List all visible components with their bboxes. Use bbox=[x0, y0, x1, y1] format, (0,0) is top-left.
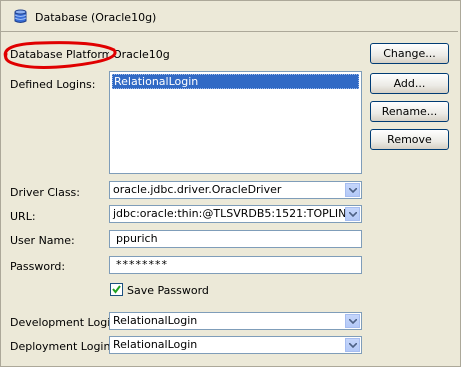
save-password-label[interactable]: Save Password bbox=[127, 284, 209, 297]
list-item[interactable]: RelationalLogin bbox=[112, 74, 359, 89]
user-name-label: User Name: bbox=[10, 234, 75, 247]
red-annotation-oval bbox=[3, 41, 117, 69]
deployment-login-select[interactable]: RelationalLogin bbox=[109, 336, 362, 354]
password-label: Password: bbox=[10, 260, 66, 273]
defined-logins-label: Defined Logins: bbox=[10, 78, 96, 91]
deployment-login-value: RelationalLogin bbox=[113, 338, 198, 351]
chevron-down-icon[interactable] bbox=[345, 183, 360, 197]
chevron-down-icon[interactable] bbox=[345, 338, 360, 352]
driver-class-label: Driver Class: bbox=[10, 186, 80, 199]
panel-title: Database (Oracle10g) bbox=[35, 11, 157, 24]
user-name-input[interactable]: ppurich bbox=[109, 230, 362, 248]
development-login-label: Development Login: bbox=[10, 316, 121, 329]
database-platform-value: Oracle10g bbox=[109, 46, 362, 64]
panel-header: Database (Oracle10g) bbox=[1, 1, 458, 32]
development-login-value: RelationalLogin bbox=[113, 314, 198, 327]
url-select[interactable]: jdbc:oracle:thin:@TLSVRDB5:1521:TOPLINK bbox=[109, 205, 362, 223]
development-login-select[interactable]: RelationalLogin bbox=[109, 312, 362, 330]
remove-button[interactable]: Remove bbox=[370, 129, 449, 150]
driver-class-select[interactable]: oracle.jdbc.driver.OracleDriver bbox=[109, 181, 362, 199]
chevron-down-icon[interactable] bbox=[345, 207, 360, 221]
chevron-down-icon[interactable] bbox=[345, 314, 360, 328]
defined-logins-list[interactable]: RelationalLogin bbox=[109, 71, 362, 174]
deployment-login-label: Deployment Login: bbox=[10, 340, 115, 353]
url-value: jdbc:oracle:thin:@TLSVRDB5:1521:TOPLINK bbox=[113, 207, 354, 220]
driver-class-value: oracle.jdbc.driver.OracleDriver bbox=[113, 183, 282, 196]
save-password-checkbox[interactable] bbox=[110, 283, 123, 296]
change-button[interactable]: Change... bbox=[370, 43, 449, 64]
password-input[interactable]: ******** bbox=[109, 256, 362, 274]
database-icon bbox=[14, 9, 27, 24]
add-button[interactable]: Add... bbox=[370, 73, 449, 94]
rename-button[interactable]: Rename... bbox=[370, 101, 449, 122]
url-label: URL: bbox=[10, 210, 36, 223]
